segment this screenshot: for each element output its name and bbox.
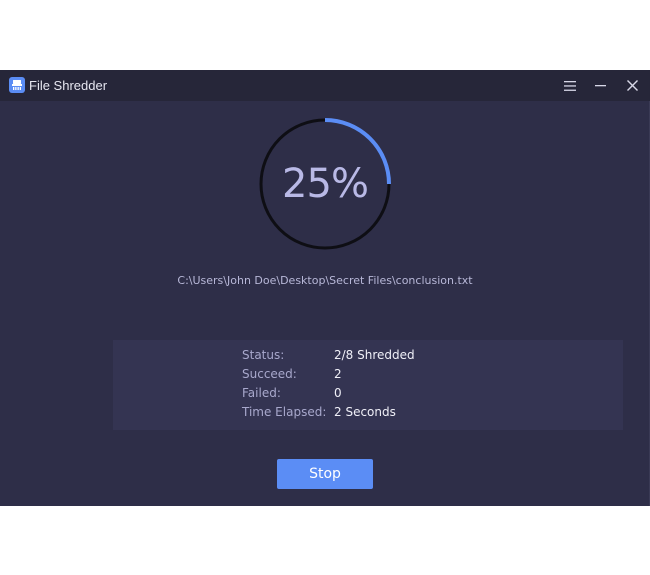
minimize-icon bbox=[594, 84, 606, 86]
stat-row-time-elapsed: Time Elapsed: 2 Seconds bbox=[242, 405, 542, 424]
title-bar: File Shredder bbox=[0, 70, 650, 101]
stat-row-succeed: Succeed: 2 bbox=[242, 367, 542, 386]
menu-button[interactable] bbox=[555, 70, 585, 101]
stat-label: Status: bbox=[242, 348, 285, 362]
progress-ring: 25% bbox=[258, 117, 392, 251]
stat-value: 2/8 Shredded bbox=[334, 348, 415, 362]
stat-row-status: Status: 2/8 Shredded bbox=[242, 348, 542, 367]
stat-label: Time Elapsed: bbox=[242, 405, 327, 419]
hamburger-menu-icon bbox=[564, 80, 576, 91]
stat-value: 2 bbox=[334, 367, 342, 381]
close-button[interactable] bbox=[617, 70, 647, 101]
close-icon bbox=[626, 80, 638, 91]
window-title: File Shredder bbox=[29, 78, 108, 93]
progress-percent: 25% bbox=[282, 161, 369, 207]
shredder-app-icon bbox=[9, 77, 25, 93]
stat-label: Failed: bbox=[242, 386, 281, 400]
minimize-button[interactable] bbox=[585, 70, 615, 101]
stat-row-failed: Failed: 0 bbox=[242, 386, 542, 405]
stat-value: 2 Seconds bbox=[334, 405, 396, 419]
stop-button[interactable]: Stop bbox=[277, 459, 373, 489]
stat-label: Succeed: bbox=[242, 367, 297, 381]
current-file-path: C:\Users\John Doe\Desktop\Secret Files\c… bbox=[177, 274, 473, 287]
stat-value: 0 bbox=[334, 386, 342, 400]
app-window: File Shredder 25% C:\Users\John Doe\Desk… bbox=[0, 70, 650, 506]
